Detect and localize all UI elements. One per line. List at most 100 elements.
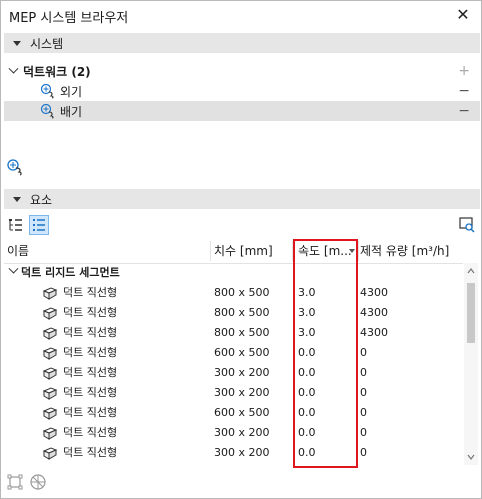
- cell-flow: 4300: [360, 326, 388, 339]
- system-item-label: 배기: [60, 104, 83, 119]
- column-header-name[interactable]: 이름: [7, 239, 29, 263]
- cell-name: 덕트 직선형: [63, 426, 118, 439]
- bottom-toolbar: [1, 469, 481, 498]
- table-row[interactable]: 덕트 직선형 800 x 500 3.0 4300: [4, 283, 463, 303]
- find-in-view-button[interactable]: [457, 215, 477, 235]
- system-item-exhaust[interactable]: 배기 −: [4, 101, 480, 121]
- duct-segment-icon: [42, 447, 58, 460]
- chevron-down-icon[interactable]: [8, 263, 19, 274]
- table-group-row[interactable]: 덕트 리지드 세그먼트: [4, 263, 463, 283]
- table-scrollbar[interactable]: [464, 263, 478, 465]
- column-header-velocity[interactable]: 속도 [m...: [298, 239, 352, 263]
- elements-section-title: 요소: [30, 192, 53, 207]
- mep-system-browser-window: MEP 시스템 브라우저 ✕ 시스템 덕트워크 (2) + 외기 − 배기 − …: [0, 0, 482, 499]
- system-item-label: 외기: [60, 84, 83, 99]
- cell-name: 덕트 직선형: [63, 446, 118, 459]
- list-view-icon: [33, 219, 45, 231]
- collapse-triangle-icon: [13, 196, 21, 202]
- cell-size: 300 x 200: [214, 386, 270, 399]
- duct-segment-icon: [42, 347, 58, 360]
- systems-section-title: 시스템: [30, 36, 64, 51]
- duct-segment-icon: [42, 287, 58, 300]
- select-element-icon[interactable]: [6, 473, 24, 491]
- cell-size: 600 x 500: [214, 346, 270, 359]
- scroll-thumb[interactable]: [467, 283, 475, 343]
- cell-size: 800 x 500: [214, 286, 270, 299]
- cell-flow: 0: [360, 366, 367, 379]
- table-row[interactable]: 덕트 직선형 800 x 500 3.0 4300: [4, 323, 463, 343]
- cell-name: 덕트 직선형: [63, 286, 118, 299]
- cell-flow: 0: [360, 346, 367, 359]
- duct-segment-icon: [42, 387, 58, 400]
- duct-system-icon: [40, 103, 54, 119]
- collapse-triangle-icon: [13, 40, 21, 46]
- close-icon[interactable]: ✕: [455, 7, 471, 23]
- cell-velocity: 0.0: [298, 386, 316, 399]
- cell-flow: 0: [360, 386, 367, 399]
- cell-flow: 4300: [360, 306, 388, 319]
- duct-segment-icon: [42, 407, 58, 420]
- title-bar: MEP 시스템 브라우저 ✕: [1, 1, 481, 31]
- cell-velocity: 3.0: [298, 326, 316, 339]
- cell-size: 300 x 200: [214, 446, 270, 459]
- window-title: MEP 시스템 브라우저: [9, 10, 129, 26]
- scroll-up-icon[interactable]: [467, 267, 475, 275]
- ductwork-group-label: 덕트워크 (2): [23, 64, 91, 79]
- cell-velocity: 3.0: [298, 306, 316, 319]
- cell-name: 덕트 직선형: [63, 406, 118, 419]
- cell-name: 덕트 직선형: [63, 306, 118, 319]
- cell-name: 덕트 직선형: [63, 346, 118, 359]
- view-in-3d-icon[interactable]: [29, 473, 47, 491]
- cell-flow: 0: [360, 406, 367, 419]
- remove-system-button[interactable]: −: [458, 83, 470, 99]
- cell-velocity: 0.0: [298, 366, 316, 379]
- elements-section-header[interactable]: 요소: [4, 189, 480, 209]
- chevron-down-icon[interactable]: [8, 63, 19, 74]
- table-row[interactable]: 덕트 직선형 300 x 200 0.0 0: [4, 383, 463, 403]
- cell-name: 덕트 직선형: [63, 326, 118, 339]
- list-view-button[interactable]: [29, 215, 49, 235]
- duct-segment-icon: [42, 367, 58, 380]
- table-row[interactable]: 덕트 직선형 800 x 500 3.0 4300: [4, 303, 463, 323]
- ductwork-group-row[interactable]: 덕트워크 (2) +: [4, 61, 480, 81]
- system-item-outdoor-air[interactable]: 외기 −: [4, 81, 480, 101]
- cell-flow: 0: [360, 446, 367, 459]
- sort-arrow-icon[interactable]: [349, 249, 355, 253]
- cell-name: 덕트 직선형: [63, 386, 118, 399]
- add-system-button[interactable]: +: [458, 63, 470, 79]
- cell-velocity: 0.0: [298, 406, 316, 419]
- table-row[interactable]: 덕트 직선형 300 x 200 0.0 0: [4, 443, 463, 463]
- column-header-size[interactable]: 치수 [mm]: [214, 239, 273, 263]
- cell-size: 800 x 500: [214, 326, 270, 339]
- column-divider[interactable]: [210, 241, 211, 261]
- remove-system-button[interactable]: −: [458, 103, 470, 119]
- table-row[interactable]: 덕트 직선형 600 x 500 0.0 0: [4, 403, 463, 423]
- tree-view-button[interactable]: [6, 215, 26, 235]
- cell-name: 덕트 직선형: [63, 366, 118, 379]
- cell-flow: 0: [360, 426, 367, 439]
- duct-system-toggle-icon[interactable]: [6, 158, 24, 176]
- table-row[interactable]: 덕트 직선형 600 x 500 0.0 0: [4, 343, 463, 363]
- cell-velocity: 0.0: [298, 346, 316, 359]
- cell-flow: 4300: [360, 286, 388, 299]
- scroll-down-icon[interactable]: [467, 453, 475, 461]
- cell-velocity: 0.0: [298, 426, 316, 439]
- cell-velocity: 0.0: [298, 446, 316, 459]
- duct-segment-icon: [42, 307, 58, 320]
- systems-section-header[interactable]: 시스템: [4, 33, 480, 53]
- cell-velocity: 3.0: [298, 286, 316, 299]
- group-label: 덕트 리지드 세그먼트: [21, 266, 120, 279]
- table-header: 이름 치수 [mm] 속도 [m... 제적 유량 [m³/h]: [4, 239, 463, 264]
- table-row[interactable]: 덕트 직선형 300 x 200 0.0 0: [4, 423, 463, 443]
- cell-size: 300 x 200: [214, 366, 270, 379]
- cell-size: 600 x 500: [214, 406, 270, 419]
- duct-system-icon: [40, 83, 54, 99]
- duct-segment-icon: [42, 327, 58, 340]
- systems-list: 덕트워크 (2) + 외기 − 배기 −: [4, 61, 480, 153]
- table-row[interactable]: 덕트 직선형 300 x 200 0.0 0: [4, 363, 463, 383]
- column-divider[interactable]: [292, 241, 293, 261]
- elements-table: 이름 치수 [mm] 속도 [m... 제적 유량 [m³/h] 덕트 리지드 …: [4, 239, 480, 465]
- column-divider[interactable]: [358, 241, 359, 261]
- column-header-flow[interactable]: 제적 유량 [m³/h]: [360, 239, 449, 263]
- cell-size: 800 x 500: [214, 306, 270, 319]
